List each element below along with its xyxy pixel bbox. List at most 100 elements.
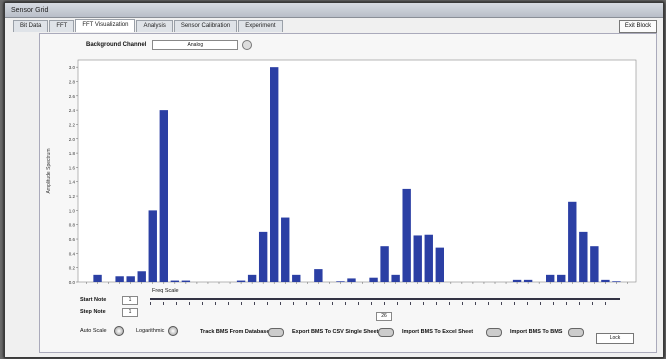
bar <box>612 281 621 282</box>
slider-tick <box>436 302 437 305</box>
slider-ticks <box>150 302 620 309</box>
y-tick-label: 2.0 <box>69 137 76 142</box>
bar <box>557 274 566 282</box>
spectrum-chart: 0.0 0.2 0.4 0.6 0.8 1.0 1.2 1.4 1.6 1.8 2.0 2.2 2.4 2… <box>46 59 637 285</box>
log-label: Logarithmic <box>136 328 165 334</box>
bar <box>115 276 124 282</box>
lock-button[interactable]: Lock <box>596 333 634 344</box>
toggle3-label: Import BMS To Excel Sheet <box>402 329 474 335</box>
bar <box>546 274 555 282</box>
bar <box>170 280 180 282</box>
bar <box>247 274 257 282</box>
slider-tick <box>514 302 515 305</box>
bar <box>380 246 389 282</box>
bar <box>424 234 433 282</box>
bar <box>391 274 400 282</box>
control-area: Start Note 1 Step Note 1 Freq Scale 26 A… <box>40 288 656 349</box>
waveform-label: Background Channel <box>86 42 147 48</box>
auto-scale-label: Auto Scale <box>80 328 107 334</box>
slider-tick <box>592 302 593 305</box>
slider-tick <box>267 302 268 305</box>
tab-fft-visualization[interactable]: FFT Visualization <box>75 19 136 32</box>
tab-sensor-calibration[interactable]: Sensor Calibration <box>173 20 238 32</box>
step-label: Step Note <box>80 309 106 315</box>
waveform-row: Background Channel Analog <box>86 40 253 50</box>
bar <box>512 279 522 282</box>
freq-label: Freq Scale <box>152 288 179 294</box>
toggle2-switch[interactable] <box>378 328 394 337</box>
slider-tick <box>163 302 164 305</box>
slider-tick <box>202 302 203 305</box>
bar <box>137 271 146 282</box>
slider-tick <box>254 302 255 305</box>
slider-tick <box>241 302 242 305</box>
slider-tick <box>384 302 385 305</box>
title-bar: Sensor Grid <box>5 3 663 18</box>
slider-tick <box>228 302 229 305</box>
frequency-slider[interactable] <box>150 296 620 310</box>
bar <box>435 247 444 282</box>
slider-tick <box>345 302 346 305</box>
step-input[interactable]: 1 <box>122 308 138 317</box>
y-tick-label: 2.4 <box>69 108 76 113</box>
slider-tick <box>423 302 424 305</box>
tab-analysis[interactable]: Analysis <box>136 20 173 32</box>
bar <box>292 274 301 282</box>
y-tick-label: 0.2 <box>69 266 76 271</box>
refresh-icon[interactable] <box>242 40 253 50</box>
waveform-select[interactable]: Analog <box>152 40 239 50</box>
slider-tick <box>501 302 502 305</box>
main-panel: Background Channel Analog 0.0 0.2 0.4 0.6 0.… <box>39 33 657 353</box>
bar <box>336 281 345 282</box>
bar <box>181 280 191 282</box>
toggle3-switch[interactable] <box>486 328 502 337</box>
y-tick-label: 1.0 <box>69 208 76 213</box>
slider-tick <box>319 302 320 305</box>
bar <box>93 274 102 282</box>
slider-tick <box>332 302 333 305</box>
tab-experiment[interactable]: Experiment <box>238 20 283 32</box>
toggle4-switch[interactable] <box>568 328 584 337</box>
toggle1-label: Track BMS From Database <box>200 329 270 335</box>
slider-tick <box>293 302 294 305</box>
bar <box>369 277 378 282</box>
y-tick-label: 0.6 <box>69 237 76 242</box>
slider-tick <box>410 302 411 305</box>
slider-tick <box>176 302 177 305</box>
log-knob[interactable] <box>168 326 178 336</box>
y-tick-label: 1.2 <box>69 194 76 199</box>
slider-value: 26 <box>376 312 392 321</box>
toggle4-label: Import BMS To BMS <box>510 329 563 335</box>
bar <box>579 231 588 282</box>
slider-tick <box>215 302 216 305</box>
y-axis-label: Amplitude Spectrum <box>46 148 52 193</box>
y-tick-label: 2.6 <box>69 94 76 99</box>
start-label: Start Note <box>80 297 107 303</box>
tab-fft[interactable]: FFT <box>49 20 75 32</box>
bar <box>402 188 411 282</box>
slider-tick <box>150 302 151 305</box>
y-tick-label: 1.4 <box>69 180 76 185</box>
toggle1-switch[interactable] <box>268 328 284 337</box>
y-tick-label: 1.8 <box>69 151 76 156</box>
bar <box>270 67 279 283</box>
slider-tick <box>540 302 541 305</box>
slider-tick <box>475 302 476 305</box>
slider-tick <box>605 302 606 305</box>
bar <box>413 235 422 282</box>
auto-scale-knob[interactable] <box>114 326 124 336</box>
slider-tick <box>449 302 450 305</box>
start-input[interactable]: 1 <box>122 296 138 305</box>
slider-tick <box>553 302 554 305</box>
exit-button[interactable]: Exit Block <box>619 20 657 33</box>
bar <box>126 276 135 282</box>
slider-tick <box>280 302 281 305</box>
bar <box>159 110 168 282</box>
y-tick-label: 0.8 <box>69 223 76 228</box>
y-tick-label: 2.8 <box>69 79 76 84</box>
slider-tick <box>579 302 580 305</box>
bar <box>523 279 533 282</box>
slider-tick <box>189 302 190 305</box>
tab-bit-data[interactable]: Bit Data <box>13 20 49 32</box>
tab-strip: Bit Data FFT FFT Visualization Analysis Sens… <box>13 19 284 32</box>
